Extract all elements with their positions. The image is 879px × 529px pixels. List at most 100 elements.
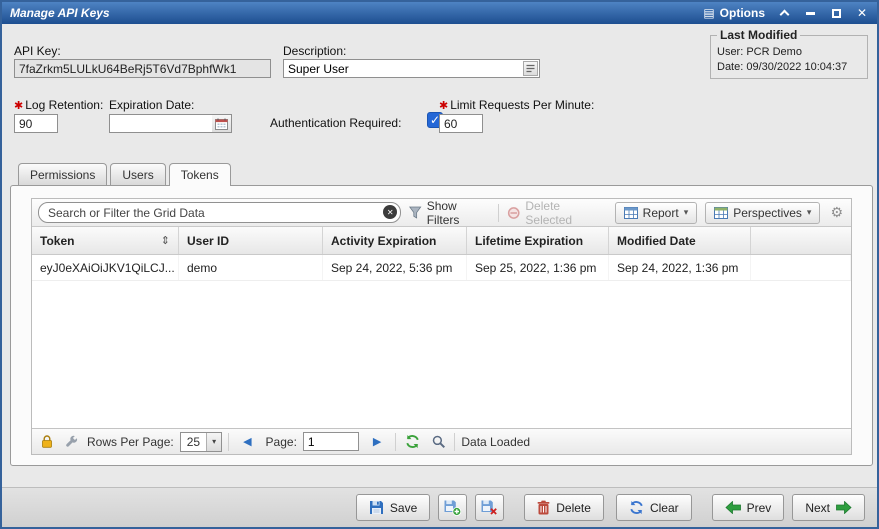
grid-toolbar: ✕ Show Filters Delete Selected Report ▾ bbox=[32, 199, 851, 227]
lock-icon[interactable] bbox=[38, 435, 56, 448]
clear-button[interactable]: Clear bbox=[616, 494, 692, 521]
cell-user-id: demo bbox=[179, 255, 323, 280]
wrench-icon[interactable] bbox=[62, 435, 81, 448]
api-key-value: 7faZrkm5LULkU64BeRj5T6Vd7BphfWk1 bbox=[19, 62, 236, 76]
chevron-down-icon: ▾ bbox=[807, 207, 812, 218]
restore-icon bbox=[832, 9, 841, 18]
last-modified-fieldset: Last Modified User: PCR Demo Date: 09/30… bbox=[710, 28, 868, 79]
grid-menu-icon: ▤ bbox=[703, 6, 714, 20]
grid-body: eyJ0eXAiOiJKV1QiLCJ... demo Sep 24, 2022… bbox=[32, 255, 851, 428]
chevron-up-icon bbox=[779, 10, 789, 20]
save-x-icon bbox=[481, 500, 498, 516]
save-and-close-button[interactable] bbox=[475, 494, 504, 521]
cell-token: eyJ0eXAiOiJKV1QiLCJ... bbox=[32, 255, 179, 280]
rows-per-page-select[interactable]: 25 ▾ bbox=[180, 432, 222, 452]
tokens-panel: ✕ Show Filters Delete Selected Report ▾ bbox=[10, 185, 873, 466]
prev-button[interactable]: Prev bbox=[712, 494, 785, 521]
save-plus-icon bbox=[444, 500, 461, 516]
page-label: Page: bbox=[266, 435, 297, 449]
grid-header: Token⇕ User ID Activity Expiration Lifet… bbox=[32, 227, 851, 255]
report-icon bbox=[624, 207, 638, 219]
expiration-date-input[interactable] bbox=[109, 114, 213, 133]
page-input[interactable] bbox=[303, 432, 359, 451]
api-key-label: API Key: bbox=[14, 44, 61, 58]
required-marker: ✱ bbox=[14, 100, 23, 112]
save-button[interactable]: Save bbox=[356, 494, 430, 521]
column-header-modified-date[interactable]: Modified Date bbox=[609, 227, 751, 254]
refresh-icon[interactable] bbox=[402, 434, 423, 449]
column-header-user-id[interactable]: User ID bbox=[179, 227, 323, 254]
footer-button-bar: Save Delete Clear Prev Next bbox=[2, 487, 877, 527]
restore-button[interactable] bbox=[829, 6, 843, 20]
last-modified-legend: Last Modified bbox=[717, 28, 800, 42]
close-icon: ✕ bbox=[857, 6, 867, 20]
delete-button[interactable]: Delete bbox=[524, 494, 604, 521]
log-retention-input[interactable] bbox=[14, 114, 58, 133]
filter-funnel-icon bbox=[409, 206, 421, 219]
auth-required-label: Authentication Required: bbox=[270, 116, 401, 130]
chevron-down-icon: ▾ bbox=[206, 433, 221, 451]
rows-per-page-label: Rows Per Page: bbox=[87, 435, 174, 449]
minimize-button[interactable] bbox=[803, 6, 817, 20]
window-title: Manage API Keys bbox=[10, 6, 110, 20]
grid-pager: Rows Per Page: 25 ▾ ◀ Page: ▶ Data L bbox=[32, 428, 851, 454]
column-header-lifetime-expiration[interactable]: Lifetime Expiration bbox=[467, 227, 609, 254]
grid-search-input[interactable] bbox=[38, 202, 401, 223]
minimize-icon bbox=[806, 12, 815, 15]
cell-lifetime-expiration: Sep 25, 2022, 1:36 pm bbox=[467, 255, 609, 280]
save-and-new-button[interactable] bbox=[438, 494, 467, 521]
save-icon bbox=[369, 500, 384, 515]
prev-page-button[interactable]: ◀ bbox=[235, 435, 259, 448]
limit-requests-input[interactable] bbox=[439, 114, 483, 133]
perspectives-button[interactable]: Perspectives ▾ bbox=[705, 202, 820, 224]
gear-icon[interactable]: ⚙ bbox=[830, 204, 843, 221]
api-key-field: 7faZrkm5LULkU64BeRj5T6Vd7BphfWk1 bbox=[14, 59, 271, 78]
delete-selected-icon bbox=[507, 206, 520, 220]
tab-users[interactable]: Users bbox=[110, 163, 165, 185]
next-page-button[interactable]: ▶ bbox=[365, 435, 389, 448]
calendar-icon bbox=[215, 118, 228, 130]
options-button[interactable]: ▤ Options bbox=[703, 6, 765, 20]
expiration-date-label: Expiration Date: bbox=[109, 98, 194, 112]
collapse-button[interactable] bbox=[777, 6, 791, 20]
cell-activity-expiration: Sep 24, 2022, 5:36 pm bbox=[323, 255, 467, 280]
titlebar: Manage API Keys ▤ Options ✕ bbox=[2, 2, 877, 24]
last-modified-date: Date: 09/30/2022 10:04:37 bbox=[717, 61, 861, 73]
column-header-activity-expiration[interactable]: Activity Expiration bbox=[323, 227, 467, 254]
column-header-token[interactable]: Token⇕ bbox=[32, 227, 179, 254]
chevron-down-icon: ▾ bbox=[684, 207, 689, 218]
close-button[interactable]: ✕ bbox=[855, 6, 869, 20]
description-label: Description: bbox=[283, 44, 346, 58]
pager-divider bbox=[395, 433, 396, 451]
trash-icon bbox=[537, 500, 550, 515]
tokens-grid: ✕ Show Filters Delete Selected Report ▾ bbox=[31, 198, 852, 455]
perspectives-icon bbox=[714, 207, 728, 219]
required-marker: ✱ bbox=[439, 100, 448, 112]
pager-divider bbox=[228, 433, 229, 451]
cell-filler bbox=[751, 255, 851, 280]
manage-api-keys-window: Manage API Keys ▤ Options ✕ API Key: 7fa… bbox=[0, 0, 879, 529]
calendar-picker-button[interactable] bbox=[212, 114, 232, 133]
description-input[interactable] bbox=[283, 59, 540, 78]
last-modified-user: User: PCR Demo bbox=[717, 46, 861, 58]
delete-selected-button[interactable]: Delete Selected bbox=[507, 199, 607, 227]
search-icon[interactable] bbox=[429, 435, 448, 448]
spellcheck-icon[interactable] bbox=[523, 61, 538, 76]
tab-tokens[interactable]: Tokens bbox=[169, 163, 231, 186]
limit-requests-label: ✱Limit Requests Per Minute: bbox=[439, 98, 594, 112]
column-header-filler bbox=[751, 227, 851, 254]
report-button[interactable]: Report ▾ bbox=[615, 202, 698, 224]
refresh-arrows-icon bbox=[629, 500, 644, 515]
table-row[interactable]: eyJ0eXAiOiJKV1QiLCJ... demo Sep 24, 2022… bbox=[32, 255, 851, 281]
tab-permissions[interactable]: Permissions bbox=[18, 163, 107, 185]
arrow-left-icon bbox=[725, 501, 741, 514]
log-retention-label: ✱Log Retention: bbox=[14, 98, 103, 112]
grid-status-text: Data Loaded bbox=[461, 435, 530, 449]
arrow-right-icon bbox=[836, 501, 852, 514]
pager-divider bbox=[454, 433, 455, 451]
options-label: Options bbox=[720, 6, 765, 20]
sort-icon: ⇕ bbox=[161, 234, 170, 247]
next-button[interactable]: Next bbox=[792, 494, 865, 521]
cell-modified-date: Sep 24, 2022, 1:36 pm bbox=[609, 255, 751, 280]
show-filters-button[interactable]: Show Filters bbox=[409, 199, 490, 227]
